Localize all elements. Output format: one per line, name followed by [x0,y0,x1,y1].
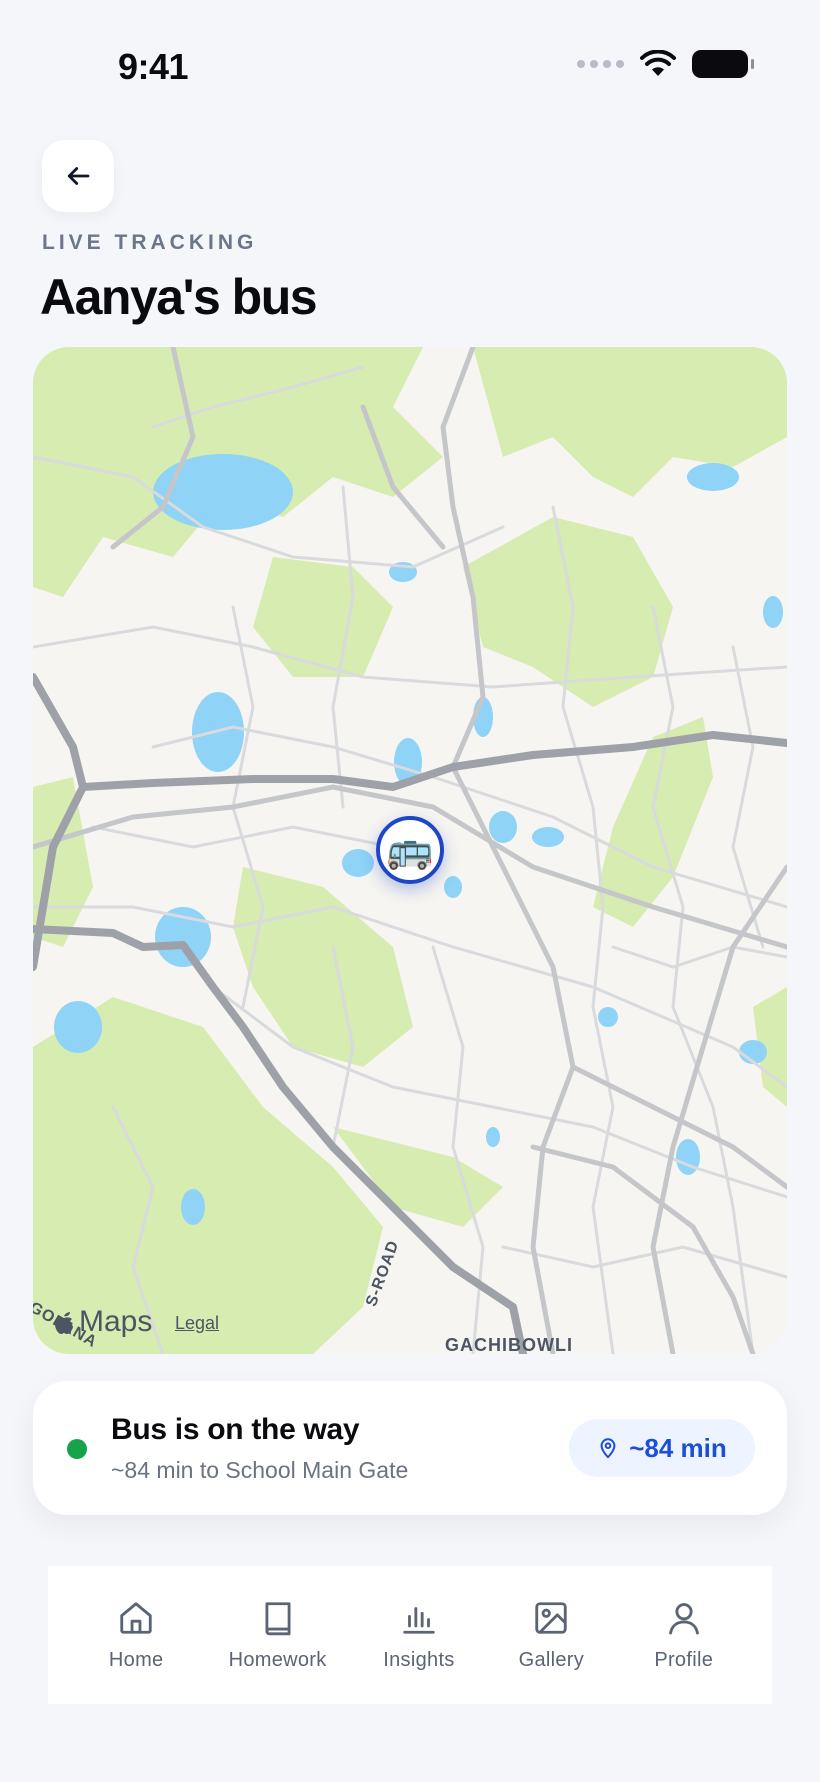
tab-label: Insights [383,1648,455,1671]
tab-profile[interactable]: Profile [644,1599,724,1672]
book-icon [265,1601,291,1635]
tab-home[interactable]: Home [96,1599,176,1672]
status-bar: 9:41 [0,0,820,130]
trip-status-title: Bus is on the way [111,1413,360,1446]
legal-link[interactable]: Legal [175,1313,219,1334]
page-title: Aanya's bus [40,269,318,325]
live-map[interactable]: S-ROAD GACHIBOWLI GOPANA 🚌 Maps Legal [33,347,787,1354]
battery-icon [692,50,754,78]
map-pin-icon [600,1438,616,1459]
maps-provider-label: Maps [79,1305,153,1338]
bottom-tab-bar: Home Homework Insights Gallery Profile [48,1566,772,1704]
trip-status-subtitle: ~84 min to School Main Gate [111,1457,409,1483]
status-icons [577,50,754,78]
eta-value: ~84 min [629,1432,727,1463]
tab-label: Gallery [518,1648,585,1671]
bus-icon: 🚌 [386,829,434,871]
tab-label: Profile [654,1648,714,1671]
page-eyebrow: LIVE TRACKING [42,231,258,254]
home-icon [120,1601,152,1634]
apple-logo-icon [55,1312,73,1334]
bar-chart-icon [403,1606,435,1634]
maps-attribution: Maps [53,1305,152,1339]
user-icon [668,1602,699,1634]
bus-location-marker[interactable]: 🚌 [376,816,444,884]
map-area-label: GACHIBOWLI [445,1335,573,1354]
tab-gallery[interactable]: Gallery [511,1599,591,1672]
back-button[interactable] [42,140,114,212]
status-indicator-dot [67,1439,87,1459]
tab-label: Homework [228,1648,327,1671]
cellular-signal-icon [577,60,624,68]
eta-badge[interactable]: ~84 min [569,1419,755,1477]
tab-label: Home [108,1648,164,1671]
trip-status-card: Bus is on the way ~84 min to School Main… [33,1381,787,1515]
wifi-icon [640,50,676,76]
image-icon [535,1601,568,1634]
tab-homework[interactable]: Homework [229,1599,327,1672]
tab-insights[interactable]: Insights [379,1599,459,1672]
status-time: 9:41 [118,46,189,87]
arrow-left-icon [67,167,90,185]
